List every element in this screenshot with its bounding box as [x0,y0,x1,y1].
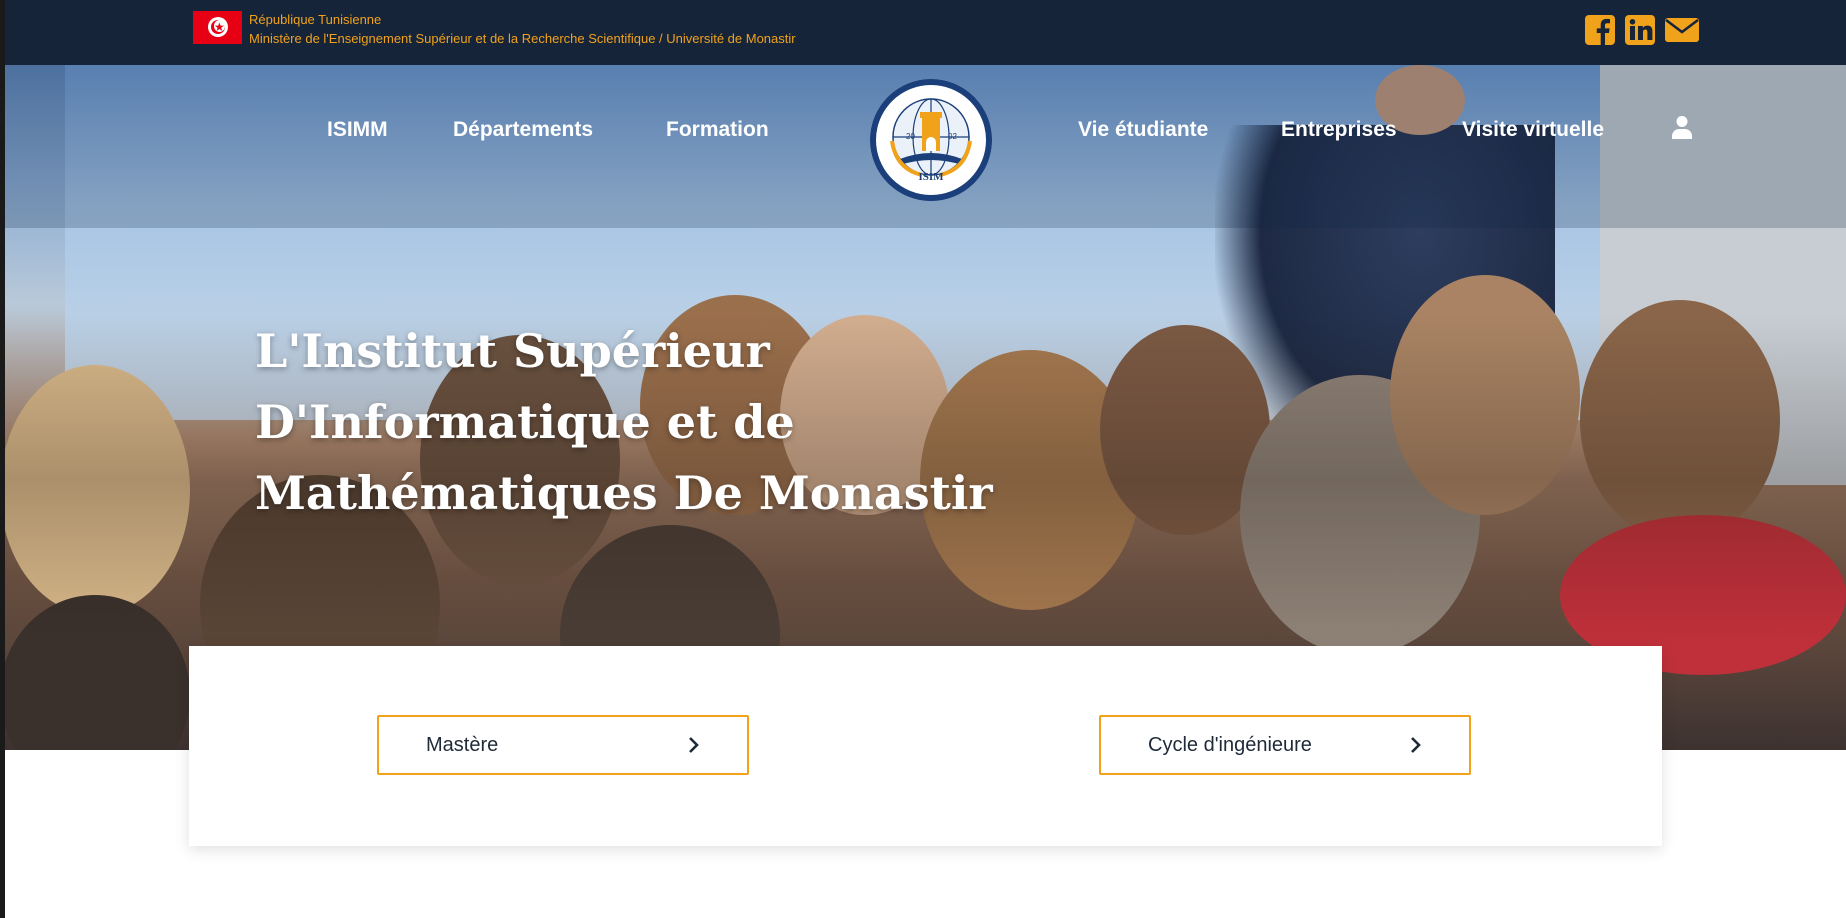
logo-digits-left: 20 [906,132,915,141]
government-header: République Tunisienne Ministère de l'Ens… [249,10,796,48]
nav-item-departements[interactable]: Départements [453,118,593,142]
ministry-label: Ministère de l'Enseignement Supérieur et… [249,31,796,46]
cycle-ingenieure-label: Cycle d'ingénieure [1148,734,1312,756]
top-bar: ★ République Tunisienne Ministère de l'E… [0,0,1846,65]
main-nav: ISIMM Départements Formation 20 02 ISIM … [0,65,1846,201]
chevron-right-icon [1411,737,1421,753]
mastere-button[interactable]: Mastère [377,715,749,775]
nav-item-visite-virtuelle[interactable]: Visite virtuelle [1462,118,1604,142]
nav-item-formation[interactable]: Formation [666,118,769,142]
social-links [1584,14,1700,46]
logo-text: ISIM [918,171,944,183]
nav-item-vie-etudiante[interactable]: Vie étudiante [1078,118,1208,142]
mastere-label: Mastère [426,734,499,756]
nav-item-entreprises[interactable]: Entreprises [1281,118,1397,142]
window-left-edge [0,0,5,918]
tunisia-flag-icon: ★ [193,11,242,44]
nav-item-isimm[interactable]: ISIMM [327,118,388,142]
cycle-ingenieure-button[interactable]: Cycle d'ingénieure [1099,715,1471,775]
isim-logo[interactable]: 20 02 ISIM [870,79,992,201]
program-card: Mastère Cycle d'ingénieure [189,646,1662,846]
hero-title: L'Institut Supérieur D'Informatique et d… [255,316,1055,529]
linkedin-icon[interactable] [1624,14,1656,46]
hero-title-line: Mathématiques De Monastir [255,466,993,520]
republic-label: République Tunisienne [249,12,382,27]
facebook-icon[interactable] [1584,14,1616,46]
hero-title-line: L'Institut Supérieur [255,324,770,378]
hero-title-line: D'Informatique et de [255,395,795,449]
user-icon[interactable] [1672,115,1692,144]
logo-digits-right: 02 [948,132,957,141]
mail-icon[interactable] [1664,14,1700,46]
chevron-right-icon [689,737,699,753]
